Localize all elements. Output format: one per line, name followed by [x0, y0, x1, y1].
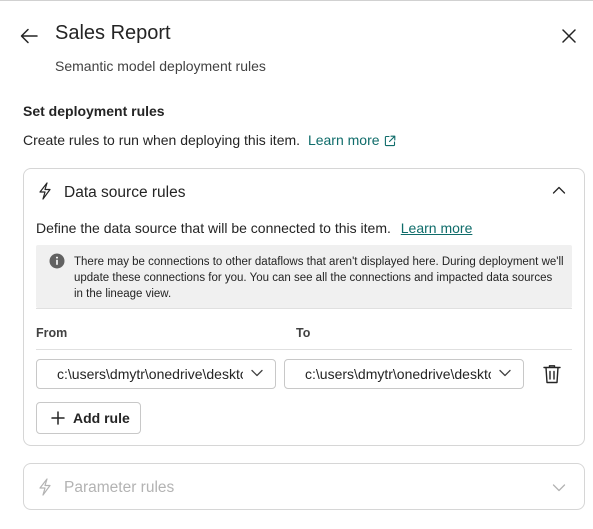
lightning-bolt-icon [39, 478, 51, 496]
close-button[interactable] [556, 24, 582, 48]
info-icon [49, 253, 65, 269]
from-column-label: From [36, 326, 68, 340]
to-column-label: To [296, 326, 311, 340]
chevron-down-icon [251, 369, 263, 377]
to-dropdown[interactable]: c:\users\dmytr\onedrive\desktop [284, 359, 524, 389]
divider [36, 308, 572, 309]
back-button[interactable] [16, 24, 42, 48]
page-subtitle: Semantic model deployment rules [55, 58, 266, 74]
data-source-description-text: Define the data source that will be conn… [36, 220, 391, 236]
data-source-rules-card: Data source rules Define the data source… [23, 168, 585, 446]
top-divider [0, 0, 593, 1]
parameter-rules-title: Parameter rules [64, 479, 175, 496]
learn-more-link[interactable]: Learn more [308, 132, 396, 148]
trash-icon [543, 365, 561, 384]
open-in-new-icon [384, 135, 395, 147]
data-source-rules-header[interactable]: Data source rules [24, 169, 584, 215]
info-message: There may be connections to other datafl… [36, 245, 572, 308]
info-message-text: There may be connections to other datafl… [74, 256, 564, 300]
page-title: Sales Report [55, 22, 171, 44]
plus-icon [51, 411, 65, 425]
from-dropdown[interactable]: c:\users\dmytr\onedrive\desktop [36, 359, 276, 389]
chevron-down-icon [499, 369, 511, 377]
to-dropdown-value: c:\users\dmytr\onedrive\desktop [305, 366, 491, 382]
data-source-learn-more-link[interactable]: Learn more [401, 220, 473, 236]
chevron-down-icon [552, 484, 566, 492]
add-rule-label: Add rule [73, 410, 130, 426]
data-source-description: Define the data source that will be conn… [36, 220, 472, 236]
parameter-rules-card: Parameter rules [23, 463, 585, 510]
section-title: Set deployment rules [23, 103, 165, 119]
parameter-rules-header[interactable]: Parameter rules [24, 464, 584, 509]
close-icon [562, 29, 576, 43]
learn-more-label: Learn more [307, 132, 380, 148]
from-dropdown-value: c:\users\dmytr\onedrive\desktop [57, 366, 243, 382]
section-description-text: Create rules to run when deploying this … [23, 132, 301, 148]
chevron-up-icon [552, 186, 566, 194]
section-description: Create rules to run when deploying this … [23, 132, 396, 148]
divider [36, 349, 572, 350]
lightning-bolt-icon [39, 182, 51, 200]
add-rule-button[interactable]: Add rule [36, 402, 141, 434]
arrow-left-icon [20, 28, 38, 44]
data-source-rules-title: Data source rules [64, 184, 186, 201]
delete-rule-button[interactable] [540, 362, 564, 386]
